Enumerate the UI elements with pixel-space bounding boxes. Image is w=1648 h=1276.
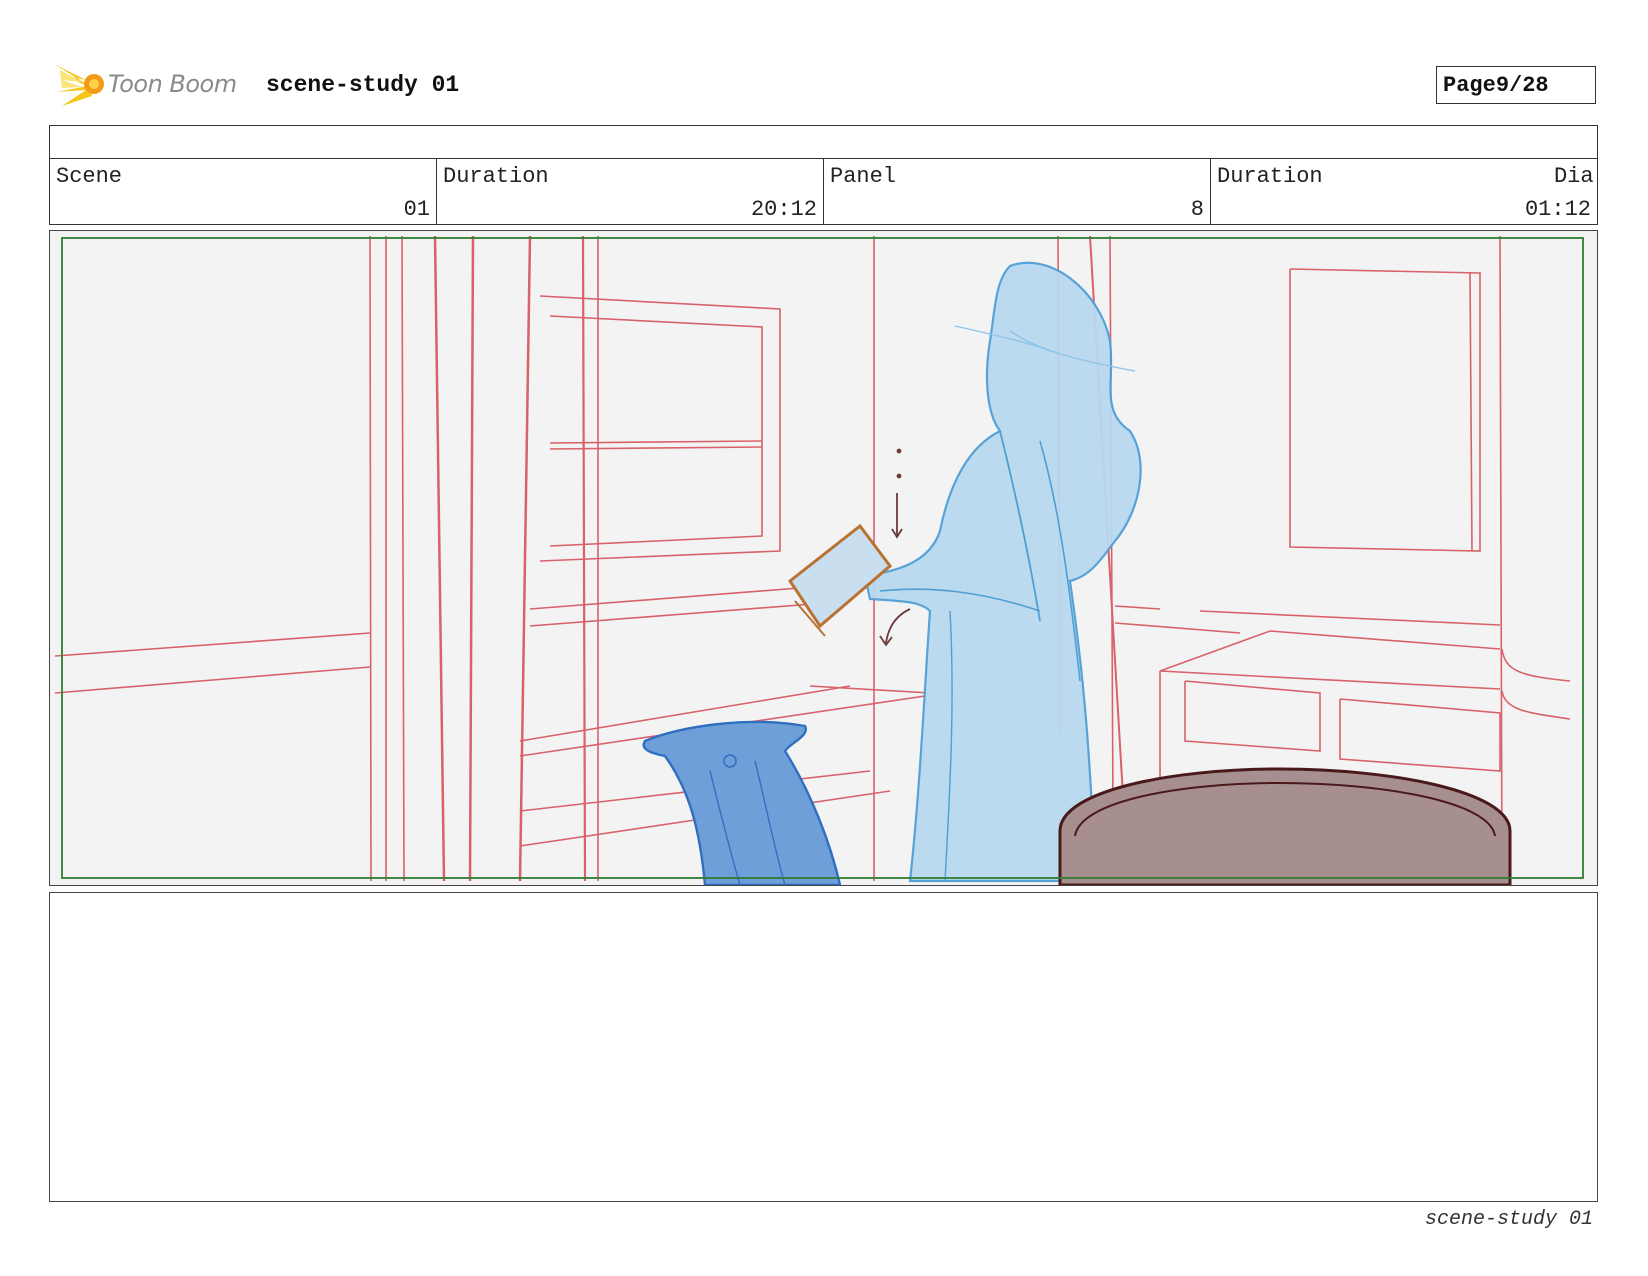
panel-header-strip xyxy=(49,125,1598,159)
page-value: 9/28 xyxy=(1495,72,1549,98)
scene-label: Scene xyxy=(56,164,123,189)
toon-boom-logo-icon xyxy=(54,64,104,106)
scene-duration-value: 20:12 xyxy=(750,197,817,222)
panel-duration-cell: Duration 01:12 xyxy=(1211,158,1598,224)
panel-duration-label: Duration xyxy=(1217,164,1323,189)
scene-duration-label: Duration xyxy=(443,164,549,189)
scene-cell: Scene 01 xyxy=(50,158,437,224)
dialog-label: Dia xyxy=(1554,164,1594,189)
panel-info-row: Scene 01 Duration 20:12 Panel 8 Duration… xyxy=(49,158,1598,225)
page-label: Page xyxy=(1443,72,1496,98)
panel-drawing xyxy=(50,231,1597,885)
panel-label: Panel xyxy=(830,164,897,189)
table-sketch xyxy=(1058,767,1512,885)
dialogue-notes-box[interactable] xyxy=(49,892,1598,1202)
panel-duration-value: 01:12 xyxy=(1524,197,1591,222)
scene-value: 01 xyxy=(403,197,430,222)
page-counter: Page 9/28 xyxy=(1436,66,1596,104)
brand-name: Toon Boom xyxy=(108,70,237,98)
panel-cell: Panel 8 xyxy=(824,158,1211,224)
project-title: scene-study 01 xyxy=(266,72,460,98)
storyboard-panel xyxy=(49,230,1598,886)
footer-project-title: scene-study 01 xyxy=(1424,1208,1593,1231)
panel-value: 8 xyxy=(1190,197,1204,222)
scene-duration-cell: Duration 20:12 xyxy=(437,158,824,224)
